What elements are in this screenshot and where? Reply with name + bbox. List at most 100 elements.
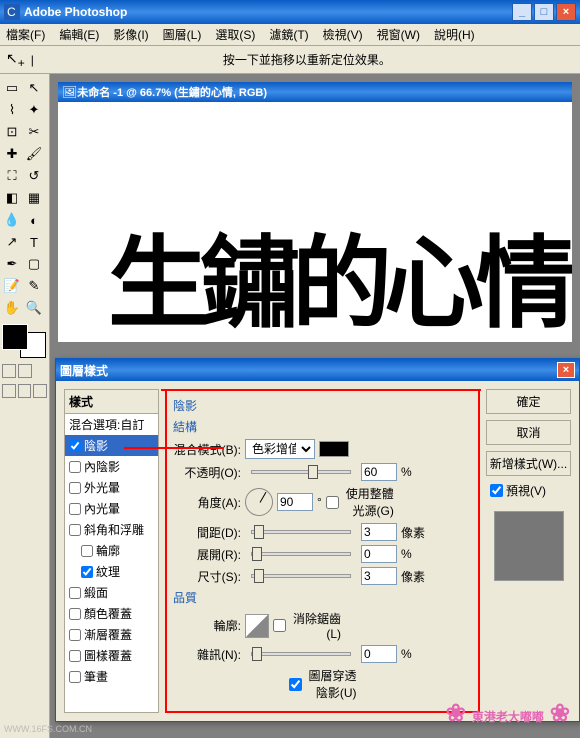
structure-label: 結構 [173,418,472,435]
style-checkbox[interactable] [81,566,93,578]
style-checkbox[interactable] [69,503,81,515]
spread-input[interactable] [361,545,397,563]
canvas-text: 生鏽的心情 [108,202,568,342]
global-light-checkbox[interactable] [326,496,339,509]
style-item-11[interactable]: 筆畫 [65,666,158,687]
menu-view[interactable]: 檢視(V) [323,26,363,43]
eraser-tool[interactable]: ◧ [2,188,22,208]
distance-input[interactable] [361,523,397,541]
heal-tool[interactable]: ✚ [2,144,22,164]
gradient-tool[interactable]: ▦ [24,188,44,208]
style-checkbox[interactable] [69,671,81,683]
style-checkbox[interactable] [69,587,81,599]
style-item-8[interactable]: 顏色覆蓋 [65,603,158,624]
new-style-button[interactable]: 新增樣式(W)... [486,451,571,476]
style-item-6[interactable]: 紋理 [65,561,158,582]
preview-checkbox[interactable] [490,484,503,497]
knockout-checkbox[interactable] [289,678,302,691]
style-item-2[interactable]: 外光暈 [65,477,158,498]
menu-layer[interactable]: 圖層(L) [163,26,202,43]
opacity-slider[interactable] [251,470,351,474]
menu-filter[interactable]: 濾鏡(T) [269,26,308,43]
shape-tool[interactable]: ▢ [24,254,44,274]
screen-fullmenu[interactable] [33,384,47,398]
zoom-tool[interactable]: 🔍 [24,298,44,318]
size-slider[interactable] [251,574,351,578]
stamp-tool[interactable]: ⛶ [2,166,22,186]
noise-input[interactable] [361,645,397,663]
wand-tool[interactable]: ✦ [24,100,44,120]
move-tool-icon[interactable]: ↖+ [6,50,25,70]
pen-tool[interactable]: ✒ [2,254,22,274]
dodge-tool[interactable]: ◐ [24,210,44,230]
angle-input[interactable] [277,493,313,511]
menu-image[interactable]: 影像(I) [113,26,148,43]
style-label: 內光暈 [84,500,120,517]
canvas[interactable]: 生鏽的心情 [58,102,572,342]
maximize-button[interactable]: □ [534,3,554,21]
minimize-button[interactable]: _ [512,3,532,21]
ok-button[interactable]: 確定 [486,389,571,414]
slice-tool[interactable]: ✂ [24,122,44,142]
eyedropper-tool[interactable]: ✎ [24,276,44,296]
history-brush-tool[interactable]: ↺ [24,166,44,186]
noise-slider[interactable] [251,652,351,656]
distance-slider[interactable] [251,530,351,534]
style-item-7[interactable]: 緞面 [65,582,158,603]
distance-label: 間距(D): [173,524,241,541]
doc-icon: 🖼 [62,85,77,99]
color-swatch[interactable] [2,324,46,358]
blend-mode-select[interactable]: 色彩增值 [245,439,315,459]
menu-window[interactable]: 視窗(W) [377,26,420,43]
quickmask-mask[interactable] [18,364,32,378]
menu-edit[interactable]: 編輯(E) [59,26,99,43]
menu-help[interactable]: 說明(H) [434,26,475,43]
style-checkbox[interactable] [81,545,93,557]
cancel-button[interactable]: 取消 [486,420,571,445]
style-label: 斜角和浮雕 [84,521,144,538]
contour-picker[interactable] [245,614,269,638]
layer-style-dialog: 圖層樣式 × 樣式 混合選項:自訂 陰影內陰影外光暈內光暈斜角和浮雕輪廓紋理緞面… [55,358,580,722]
menu-file[interactable]: 檔案(F) [6,26,45,43]
type-tool[interactable]: T [24,232,44,252]
screen-std[interactable] [2,384,16,398]
hint-text: 按一下並拖移以重新定位效果。 [40,51,574,68]
shadow-color-swatch[interactable] [319,441,349,457]
style-item-3[interactable]: 內光暈 [65,498,158,519]
brush-tool[interactable]: 🖌 [24,144,44,164]
crop-tool[interactable]: ⊡ [2,122,22,142]
style-item-0[interactable]: 陰影 [65,435,158,456]
blur-tool[interactable]: 💧 [2,210,22,230]
angle-dial[interactable] [245,488,273,516]
marquee-tool[interactable]: ▭ [2,78,22,98]
style-checkbox[interactable] [69,524,81,536]
style-checkbox[interactable] [69,440,81,452]
size-input[interactable] [361,567,397,585]
style-checkbox[interactable] [69,650,81,662]
spread-slider[interactable] [251,552,351,556]
close-button[interactable]: × [556,3,576,21]
style-checkbox[interactable] [69,629,81,641]
style-item-10[interactable]: 圖樣覆蓋 [65,645,158,666]
move-tool[interactable]: ↖ [24,78,44,98]
quickmask-std[interactable] [2,364,16,378]
styles-header[interactable]: 樣式 [65,390,158,414]
lasso-tool[interactable]: ⌇ [2,100,22,120]
style-checkbox[interactable] [69,608,81,620]
opacity-input[interactable] [361,463,397,481]
style-item-4[interactable]: 斜角和浮雕 [65,519,158,540]
blend-options-item[interactable]: 混合選項:自訂 [65,414,158,435]
style-item-9[interactable]: 漸層覆蓋 [65,624,158,645]
dialog-close-button[interactable]: × [557,362,575,378]
style-item-5[interactable]: 輪廓 [65,540,158,561]
hand-tool[interactable]: ✋ [2,298,22,318]
menu-select[interactable]: 選取(S) [215,26,255,43]
style-checkbox[interactable] [69,482,81,494]
notes-tool[interactable]: 📝 [2,276,22,296]
antialias-checkbox[interactable] [273,619,286,632]
size-label: 尺寸(S): [173,568,241,585]
screen-full[interactable] [18,384,32,398]
style-checkbox[interactable] [69,461,81,473]
path-tool[interactable]: ↗ [2,232,22,252]
style-item-1[interactable]: 內陰影 [65,456,158,477]
